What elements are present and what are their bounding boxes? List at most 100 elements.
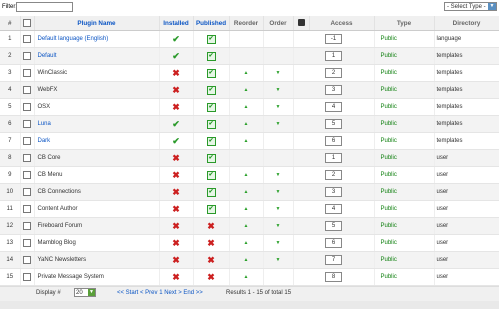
arrow-down-icon[interactable]: ▼: [276, 257, 281, 263]
arrow-down-icon[interactable]: ▼: [276, 121, 281, 127]
published-icon[interactable]: ✔: [206, 204, 216, 214]
access-level[interactable]: Public: [374, 200, 435, 218]
plugin-name[interactable]: Dark: [34, 132, 160, 150]
access-level[interactable]: Public: [374, 183, 435, 201]
row-checkbox[interactable]: [23, 205, 31, 213]
published-cell[interactable]: ✖: [193, 251, 230, 269]
row-select-cell[interactable]: [20, 217, 35, 235]
order-input[interactable]: 7: [325, 255, 342, 265]
display-count-select[interactable]: 20 ▼: [74, 288, 96, 297]
published-cell[interactable]: ✔: [193, 200, 230, 218]
order-input[interactable]: 2: [325, 68, 342, 78]
order-input[interactable]: 3: [325, 85, 342, 95]
arrow-up-icon[interactable]: ▲: [244, 206, 249, 212]
plugin-name[interactable]: Default: [34, 47, 160, 65]
arrow-up-icon[interactable]: ▲: [244, 104, 249, 110]
row-select-cell[interactable]: [20, 200, 35, 218]
published-icon[interactable]: ✔: [206, 187, 216, 197]
header-select-all[interactable]: [20, 16, 35, 31]
published-cell[interactable]: ✔: [193, 64, 230, 82]
arrow-down-icon[interactable]: ▼: [276, 189, 281, 195]
published-cell[interactable]: ✖: [193, 268, 230, 286]
order-input[interactable]: 4: [325, 102, 342, 112]
arrow-up-icon[interactable]: ▲: [244, 87, 249, 93]
row-select-cell[interactable]: [20, 268, 35, 286]
order-input[interactable]: -1: [325, 34, 342, 44]
published-icon[interactable]: ✔: [206, 34, 216, 44]
published-cell[interactable]: ✔: [193, 132, 230, 150]
access-level[interactable]: Public: [374, 251, 435, 269]
arrow-down-icon[interactable]: ▼: [276, 104, 281, 110]
plugin-name[interactable]: Default language (English): [34, 30, 160, 48]
arrow-up-icon[interactable]: ▲: [244, 138, 249, 144]
published-cell[interactable]: ✔: [193, 149, 230, 167]
order-input[interactable]: 1: [325, 51, 342, 61]
order-input[interactable]: 4: [325, 204, 342, 214]
published-cell[interactable]: ✖: [193, 217, 230, 235]
access-level[interactable]: Public: [374, 64, 435, 82]
row-checkbox[interactable]: [23, 52, 31, 60]
published-icon[interactable]: ✔: [206, 68, 216, 78]
row-checkbox[interactable]: [23, 35, 31, 43]
order-input[interactable]: 6: [325, 238, 342, 248]
access-level[interactable]: Public: [374, 149, 435, 167]
order-input[interactable]: 2: [325, 170, 342, 180]
arrow-up-icon[interactable]: ▲: [244, 172, 249, 178]
access-level[interactable]: Public: [374, 47, 435, 65]
arrow-down-icon[interactable]: ▼: [276, 87, 281, 93]
published-icon[interactable]: ✔: [206, 51, 216, 61]
filter-input[interactable]: [16, 2, 73, 12]
access-level[interactable]: Public: [374, 30, 435, 48]
row-checkbox[interactable]: [23, 171, 31, 179]
row-checkbox[interactable]: [23, 222, 31, 230]
access-level[interactable]: Public: [374, 166, 435, 184]
access-level[interactable]: Public: [374, 81, 435, 99]
published-icon[interactable]: ✔: [206, 85, 216, 95]
pagination-links[interactable]: << Start < Prev 1 Next > End >>: [117, 290, 203, 296]
row-checkbox[interactable]: [23, 103, 31, 111]
header-installed[interactable]: Installed: [159, 16, 194, 31]
order-input[interactable]: 5: [325, 119, 342, 129]
access-level[interactable]: Public: [374, 98, 435, 116]
row-select-cell[interactable]: [20, 251, 35, 269]
row-select-cell[interactable]: [20, 30, 35, 48]
row-checkbox[interactable]: [23, 137, 31, 145]
unpublished-icon[interactable]: ✖: [207, 272, 215, 282]
order-input[interactable]: 1: [325, 153, 342, 163]
published-icon[interactable]: ✔: [206, 153, 216, 163]
save-order-button[interactable]: [293, 16, 310, 31]
row-select-cell[interactable]: [20, 149, 35, 167]
row-checkbox[interactable]: [23, 239, 31, 247]
access-level[interactable]: Public: [374, 268, 435, 286]
published-cell[interactable]: ✔: [193, 81, 230, 99]
arrow-down-icon[interactable]: ▼: [276, 223, 281, 229]
access-level[interactable]: Public: [374, 217, 435, 235]
published-cell[interactable]: ✔: [193, 47, 230, 65]
arrow-down-icon[interactable]: ▼: [276, 206, 281, 212]
published-icon[interactable]: ✔: [206, 119, 216, 129]
row-select-cell[interactable]: [20, 98, 35, 116]
arrow-up-icon[interactable]: ▲: [244, 240, 249, 246]
arrow-up-icon[interactable]: ▲: [244, 257, 249, 263]
header-published[interactable]: Published: [193, 16, 230, 31]
type-select[interactable]: - Select Type - ▼: [444, 2, 497, 11]
published-icon[interactable]: ✔: [206, 102, 216, 112]
order-input[interactable]: 6: [325, 136, 342, 146]
row-select-cell[interactable]: [20, 166, 35, 184]
arrow-up-icon[interactable]: ▲: [244, 121, 249, 127]
published-cell[interactable]: ✔: [193, 30, 230, 48]
row-checkbox[interactable]: [23, 154, 31, 162]
row-select-cell[interactable]: [20, 115, 35, 133]
access-level[interactable]: Public: [374, 234, 435, 252]
published-cell[interactable]: ✔: [193, 98, 230, 116]
unpublished-icon[interactable]: ✖: [207, 255, 215, 265]
row-checkbox[interactable]: [23, 69, 31, 77]
access-level[interactable]: Public: [374, 132, 435, 150]
arrow-down-icon[interactable]: ▼: [276, 70, 281, 76]
select-all-checkbox[interactable]: [23, 19, 31, 27]
row-checkbox[interactable]: [23, 188, 31, 196]
plugin-name[interactable]: Luna: [34, 115, 160, 133]
order-input[interactable]: 8: [325, 272, 342, 282]
unpublished-icon[interactable]: ✖: [207, 238, 215, 248]
published-icon[interactable]: ✔: [206, 136, 216, 146]
